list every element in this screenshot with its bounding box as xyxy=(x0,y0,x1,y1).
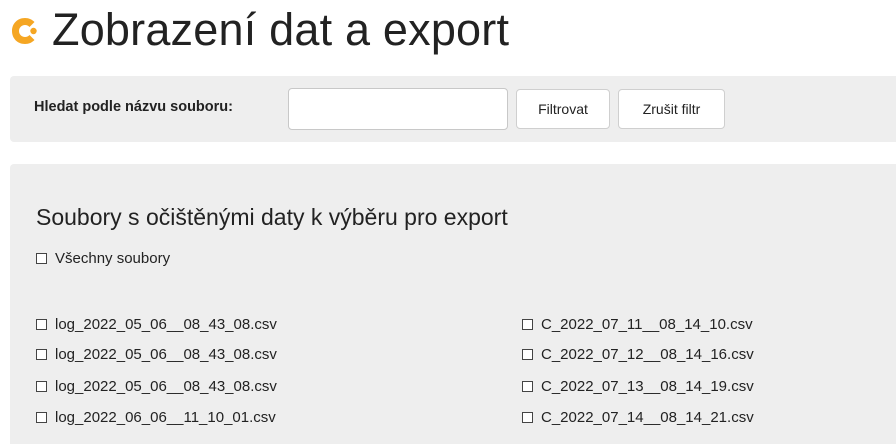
filter-label: Hledat podle názvu souboru: xyxy=(34,99,233,115)
file-name: log_2022_05_06__08_43_08.csv xyxy=(55,315,277,333)
file-item[interactable]: C_2022_07_11__08_14_10.csv xyxy=(522,314,753,334)
page-header: Zobrazení dat a export xyxy=(10,2,509,58)
file-item[interactable]: C_2022_07_12__08_14_16.csv xyxy=(522,344,754,364)
page-title: Zobrazení dat a export xyxy=(52,4,510,55)
file-item[interactable]: C_2022_07_14__08_14_21.csv xyxy=(522,407,754,427)
file-checkbox[interactable] xyxy=(36,348,47,360)
file-checkbox[interactable] xyxy=(522,411,533,423)
file-item[interactable]: log_2022_05_06__08_43_08.csv xyxy=(36,344,277,364)
file-name: C_2022_07_12__08_14_16.csv xyxy=(541,345,754,363)
file-item[interactable]: C_2022_07_13__08_14_19.csv xyxy=(522,376,754,396)
file-name: C_2022_07_14__08_14_21.csv xyxy=(541,408,754,426)
logo-icon xyxy=(12,18,37,44)
filename-search-input[interactable] xyxy=(288,88,508,130)
file-checkbox[interactable] xyxy=(36,411,47,423)
file-name: C_2022_07_11__08_14_10.csv xyxy=(541,315,753,333)
file-checkbox[interactable] xyxy=(36,318,47,330)
filter-bar: Hledat podle názvu souboru: Filtrovat Zr… xyxy=(10,76,896,142)
file-checkbox[interactable] xyxy=(522,380,533,392)
file-item[interactable]: log_2022_05_06__08_43_08.csv xyxy=(36,376,277,396)
file-checkbox[interactable] xyxy=(522,318,533,330)
file-item[interactable]: log_2022_05_06__08_43_08.csv xyxy=(36,314,277,334)
select-all-checkbox-row[interactable]: Všechny soubory xyxy=(36,248,170,268)
file-name: log_2022_06_06__11_10_01.csv xyxy=(55,408,276,426)
file-name: log_2022_05_06__08_43_08.csv xyxy=(55,345,277,363)
filter-button[interactable]: Filtrovat xyxy=(516,89,610,129)
file-checkbox[interactable] xyxy=(522,348,533,360)
files-panel: Soubory s očištěnými daty k výběru pro e… xyxy=(10,164,896,444)
file-item[interactable]: log_2022_06_06__11_10_01.csv xyxy=(36,407,276,427)
file-name: log_2022_05_06__08_43_08.csv xyxy=(55,377,277,395)
files-heading: Soubory s očištěnými daty k výběru pro e… xyxy=(36,204,508,230)
file-checkbox[interactable] xyxy=(36,380,47,392)
select-all-checkbox[interactable] xyxy=(36,252,47,264)
clear-filter-button[interactable]: Zrušit filtr xyxy=(618,89,725,129)
select-all-label: Všechny soubory xyxy=(55,249,171,267)
file-name: C_2022_07_13__08_14_19.csv xyxy=(541,377,754,395)
